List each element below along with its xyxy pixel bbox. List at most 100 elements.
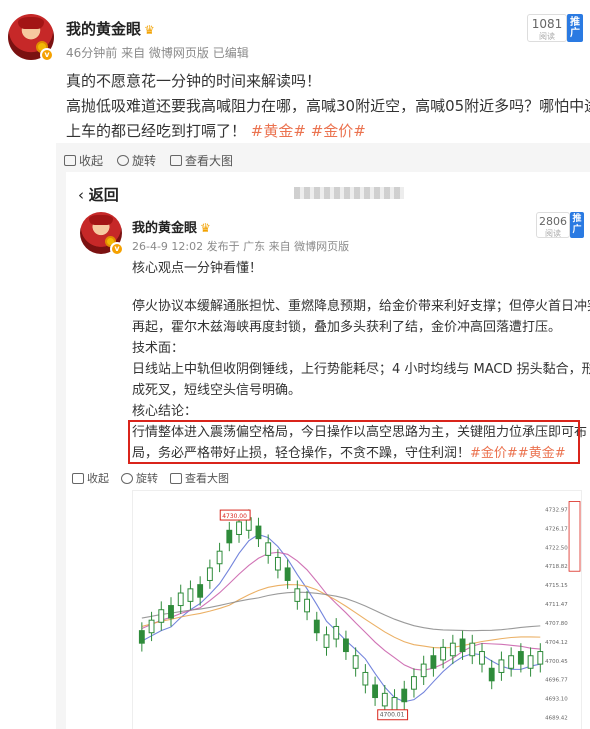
author-name-text[interactable]: 我的黄金眼 — [66, 20, 141, 38]
ma-line-3 — [141, 591, 541, 632]
promote-button[interactable]: 推广 — [567, 14, 583, 42]
right-tick-label: 4693.10 — [545, 697, 568, 703]
post-text-line3: 上车的都已经吃到打嗝了！ #黄金# #金价# — [66, 119, 366, 144]
candle-body — [148, 619, 155, 634]
back-arrow-icon: ‹ — [78, 186, 89, 204]
view-large-button[interactable]: 查看大图 — [170, 152, 233, 169]
candle-body — [420, 663, 427, 678]
inner-rotate-button: 旋转 — [121, 470, 158, 486]
inner-line-5: 日线站上中轨但收阴倒锤线，上行势能耗尽；4 小时均线与 MACD 拐头黏合，形 — [132, 362, 590, 377]
post-text-line1: 真的不愿意花一分钟的时间来解读吗！ — [66, 72, 322, 90]
right-tick-label: 4689.42 — [545, 716, 568, 722]
candle-body — [323, 634, 330, 648]
candle-body — [304, 598, 310, 613]
collapse-button[interactable]: 收起 — [64, 152, 103, 169]
candle-body — [343, 638, 349, 653]
hashtag-gold[interactable]: #黄金# — [251, 122, 306, 140]
candle-body — [362, 671, 369, 686]
legend-box — [568, 501, 581, 572]
post-source: 来自 微博网页版 已编辑 — [121, 46, 249, 60]
candle-body — [459, 638, 466, 653]
inner-post-meta: 26-4-9 12:02 发布于 广东 来自 微博网页版 — [132, 238, 349, 254]
right-tick-label: 4732.97 — [545, 507, 568, 513]
inner-collapse-label: 收起 — [87, 472, 109, 485]
candle-body — [517, 651, 524, 665]
candle-body — [430, 655, 437, 669]
collapse-icon — [64, 155, 76, 166]
candle-body — [488, 667, 495, 682]
candle-body — [197, 584, 204, 598]
post-screenshot-image[interactable]: ‹ 返回 v 我的黄金眼 ♛ 26-4-9 12:02 发布于 广东 来自 微博网… — [66, 172, 590, 729]
post-meta: 46分钟前 来自 微博网页版 已编辑 — [66, 44, 249, 61]
candle-body — [294, 588, 301, 602]
low-label: 4700.01 — [380, 712, 405, 719]
candle-body — [498, 659, 505, 673]
right-tick-label: 4711.47 — [545, 602, 568, 608]
inner-promote-badge: 推广 — [570, 212, 584, 238]
candle-body — [537, 651, 544, 665]
candle-body — [527, 655, 534, 669]
inner-image-toolbar: 收起 旋转 查看大图 — [72, 470, 229, 486]
promote-label[interactable]: 推广 — [570, 17, 580, 39]
high-label: 4730.00 — [222, 513, 247, 520]
candle-body — [216, 550, 223, 565]
zoom-icon — [170, 472, 182, 484]
candle-body — [411, 676, 417, 690]
inner-post-source: 发布于 广东 来自 微博网页版 — [206, 240, 350, 253]
candle-body — [255, 525, 262, 540]
candle-body — [479, 651, 485, 665]
collapse-label[interactable]: 收起 — [79, 152, 103, 169]
inner-author-name: 我的黄金眼 ♛ — [132, 217, 211, 236]
candle-body — [313, 619, 320, 634]
right-tick-label: 4707.80 — [545, 621, 568, 627]
collapse-icon — [72, 472, 84, 484]
zoom-icon — [170, 155, 183, 166]
post-text-line3-main: 上车的都已经吃到打嗝了！ — [66, 122, 247, 140]
candle-body — [381, 692, 388, 707]
hashtag-gold-price[interactable]: #金价# — [311, 122, 366, 140]
inner-line-4: 技术面： — [132, 341, 185, 356]
candle-body — [440, 646, 447, 661]
inner-rotate-label: 旋转 — [136, 472, 158, 485]
right-tick-label: 4696.77 — [545, 678, 568, 684]
inner-line-3: 再起，霍尔木兹海峡再度封锁，叠加多头获利了结，金价冲高回落遭打压。 — [132, 320, 562, 335]
candle-body — [449, 642, 456, 657]
inner-line-7: 核心结论： — [132, 404, 198, 419]
rotate-label[interactable]: 旋转 — [132, 152, 156, 169]
inner-line-0: 核心观点一分钟看懂！ — [132, 261, 263, 276]
right-tick-label: 4715.15 — [545, 583, 568, 589]
candle-body — [372, 684, 379, 699]
avatar-hat — [18, 16, 44, 29]
rotate-icon — [121, 472, 133, 484]
candle-body — [226, 529, 233, 544]
candle-body — [168, 605, 174, 619]
view-large-label[interactable]: 查看大图 — [185, 152, 233, 169]
verified-badge-icon: v — [40, 48, 54, 62]
blurred-title — [294, 187, 404, 199]
candle-body — [352, 655, 359, 669]
candle-body — [274, 556, 281, 571]
crown-icon: ♛ — [200, 221, 211, 235]
right-tick-label: 4726.17 — [545, 526, 568, 532]
right-tick-label: 4722.50 — [545, 545, 568, 551]
inner-verified-badge-icon: v — [110, 242, 124, 256]
post-time[interactable]: 46分钟前 — [66, 46, 117, 60]
post-text-line2: 高抛低吸难道还要我高喊阻力在哪，高喊30附近空，高喊05附近多吗？哪怕中途 — [66, 97, 590, 115]
back-button[interactable]: ‹ 返回 — [78, 184, 119, 205]
ma-line-0 — [141, 533, 541, 703]
back-label[interactable]: 返回 — [89, 186, 119, 204]
rotate-button[interactable]: 旋转 — [117, 152, 156, 169]
candle-body — [187, 588, 194, 602]
candle-body — [508, 655, 515, 669]
inner-line-6: 成死叉，短线空头信号明确。 — [132, 383, 302, 398]
inner-view-count-number: 2806 — [539, 215, 567, 228]
candle-body — [284, 567, 291, 581]
right-tick-label: 4704.12 — [545, 640, 568, 646]
author-name[interactable]: 我的黄金眼 ♛ — [66, 18, 155, 39]
candle-body — [265, 542, 272, 556]
inner-collapse-button: 收起 — [72, 470, 109, 486]
rotate-icon — [117, 155, 130, 166]
inner-promote-label: 推广 — [572, 214, 582, 235]
view-count: 1081 阅读 — [527, 14, 567, 42]
crown-icon: ♛ — [144, 23, 155, 37]
